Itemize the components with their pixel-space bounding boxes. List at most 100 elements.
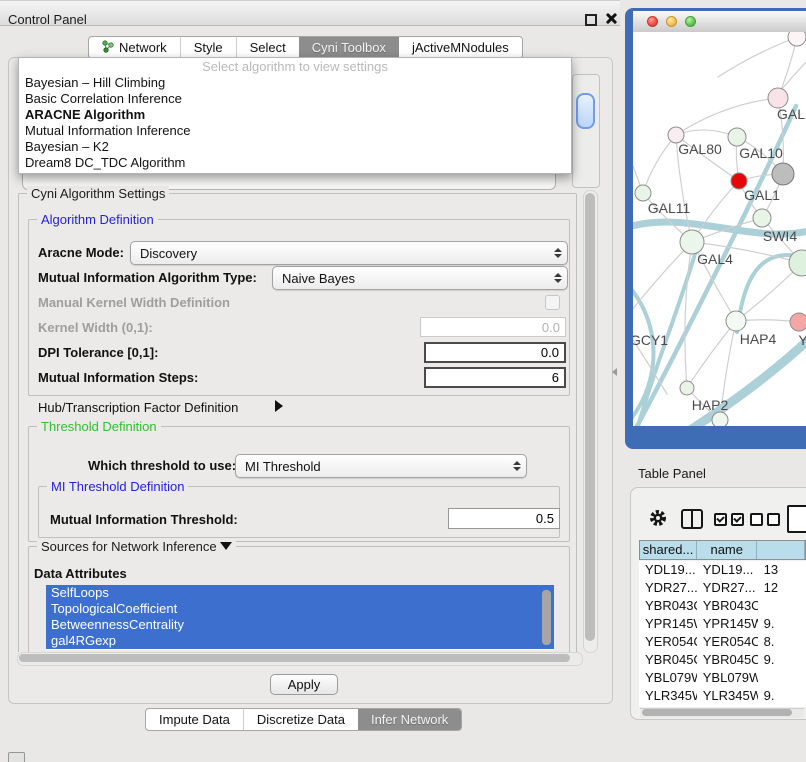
popup-item[interactable]: ARACNE Algorithm	[19, 107, 571, 123]
settings-gear-icon[interactable]	[648, 508, 668, 533]
apply-button[interactable]: Apply	[270, 674, 338, 695]
network-node-hap2[interactable]	[680, 381, 694, 395]
background-focused-combo-fragment	[576, 93, 595, 129]
list-scrollbar-thumb[interactable]	[542, 590, 551, 645]
which-threshold-label: Which threshold to use:	[88, 458, 236, 473]
tab-network[interactable]: Network	[89, 37, 180, 58]
table-cell: 13	[758, 561, 806, 579]
dpi-tolerance-label: DPI Tolerance [0,1]:	[38, 345, 158, 360]
tab-style[interactable]: Style	[180, 37, 236, 58]
close-icon[interactable]	[605, 12, 618, 25]
table-cell: YIL052C	[697, 705, 758, 707]
table-row[interactable]: YIL052CYIL052C8.	[639, 705, 806, 707]
table-row[interactable]: YBR043CYBR043C	[639, 597, 806, 615]
table-horizontal-scrollbar-thumb[interactable]	[642, 709, 792, 716]
tab-cyni-toolbox[interactable]: Cyni Toolbox	[299, 37, 399, 58]
select-all-checkboxes-icon[interactable]	[714, 513, 744, 526]
table-cell: YPR145W	[639, 615, 697, 633]
table-row[interactable]: YBL079WYBL079W	[639, 669, 806, 687]
control-panel-titlebar: Control Panel	[0, 0, 620, 26]
checked-checkbox-icon	[731, 513, 744, 526]
network-node-gal10[interactable]	[728, 128, 746, 146]
network-node-label: GCY1	[633, 332, 668, 348]
tab-label: Impute Data	[159, 712, 230, 727]
deselect-all-checkboxes-icon[interactable]	[750, 513, 780, 526]
network-node-label: Y	[798, 332, 806, 348]
screen: Control Panel Network Style Select Cyni …	[0, 0, 806, 762]
network-node-gal[interactable]	[768, 88, 788, 108]
attribute-list-item[interactable]: TopologicalCoefficient	[46, 601, 554, 617]
tab-label: jActiveMNodules	[412, 40, 509, 55]
table-panel-title: Table Panel	[638, 466, 706, 481]
manual-kernel-checkbox	[545, 295, 560, 310]
algorithm-dropdown-popup: Select algorithm to view settings Bayesi…	[18, 57, 572, 174]
table-cell: YER054C	[697, 633, 758, 651]
zoom-light-icon[interactable]	[685, 16, 696, 27]
table-row[interactable]: YDL19...YDL19...13	[639, 561, 806, 579]
tab-infer-network[interactable]: Infer Network	[358, 709, 461, 730]
table-row[interactable]: YPR145WYPR145W9.	[639, 615, 806, 633]
splitter-collapse-icon[interactable]	[612, 368, 617, 376]
table-cell: 12	[758, 579, 806, 597]
network-node[interactable]	[772, 163, 794, 185]
mi-steps-input[interactable]	[424, 367, 566, 388]
table-cell: YDR27...	[697, 579, 758, 597]
network-node[interactable]	[712, 412, 728, 426]
table-cell: YBR045C	[697, 651, 758, 669]
popup-item[interactable]: Dream8 DC_TDC Algorithm	[19, 155, 571, 171]
bottom-tabbar: Impute Data Discretize Data Infer Networ…	[145, 708, 462, 731]
table-header-row: shared...name	[639, 540, 806, 560]
document-icon[interactable]	[787, 505, 806, 533]
mi-threshold-input[interactable]	[448, 508, 560, 529]
group-title: Sources for Network Inference	[37, 539, 236, 554]
popup-item[interactable]: Mutual Information Inference	[19, 123, 571, 139]
tab-jactivemnodules[interactable]: jActiveMNodules	[399, 37, 522, 58]
float-window-icon[interactable]	[585, 14, 597, 26]
network-node-gal1[interactable]	[753, 209, 771, 227]
close-light-icon[interactable]	[647, 16, 658, 27]
settings-horizontal-scrollbar-thumb[interactable]	[19, 654, 570, 662]
attribute-list-item[interactable]: SelfLoops	[46, 585, 554, 601]
attribute-list-item[interactable]: gal4RGexp	[46, 633, 554, 649]
collapse-arrow-icon[interactable]	[220, 542, 232, 550]
table-header-cell[interactable]: shared...	[640, 541, 697, 559]
network-node-y[interactable]	[790, 313, 806, 331]
attribute-list-item[interactable]: BetweennessCentrality	[46, 617, 554, 633]
split-columns-icon[interactable]	[681, 509, 703, 529]
tab-discretize-data[interactable]: Discretize Data	[243, 709, 358, 730]
table-header-cell[interactable]: name	[697, 541, 757, 559]
control-panel-title: Control Panel	[8, 12, 87, 27]
network-node-hap4[interactable]	[726, 311, 746, 331]
table-cell: 8.	[758, 633, 806, 651]
table-cell: 9.	[758, 651, 806, 669]
table-row[interactable]: YDR27...YDR27...12	[639, 579, 806, 597]
tab-label: Infer Network	[371, 712, 448, 727]
table-row[interactable]: YBR045CYBR045C9.	[639, 651, 806, 669]
panel-toggle-button[interactable]	[8, 752, 25, 762]
table-header-cell[interactable]	[757, 541, 805, 559]
network-node-label: HAP4	[740, 331, 777, 347]
table-row[interactable]: YLR345WYLR345W9.	[639, 687, 806, 705]
network-node-label: GAL	[777, 106, 805, 122]
table-cell: YBR045C	[639, 651, 697, 669]
mi-algorithm-type-combo[interactable]: Naive Bayes	[272, 266, 568, 290]
dpi-tolerance-input[interactable]	[424, 342, 566, 363]
minimize-light-icon[interactable]	[666, 16, 677, 27]
aracne-mode-combo[interactable]: Discovery	[130, 241, 568, 265]
network-node-gal11[interactable]	[635, 185, 651, 201]
popup-item[interactable]: Basic Correlation Inference	[19, 91, 571, 107]
popup-item[interactable]: Bayesian – Hill Climbing	[19, 75, 571, 91]
table-cell: YDL19...	[639, 561, 697, 579]
expand-arrow-icon[interactable]	[275, 400, 283, 412]
popup-item[interactable]: Bayesian – K2	[19, 139, 571, 155]
settings-vertical-scrollbar-thumb[interactable]	[585, 193, 595, 641]
network-canvas[interactable]: GALGAL80GAL10GAL1GAL11SWI4GAL4GCY1HAP4YH…	[633, 32, 806, 426]
table-body: YDL19...YDL19...13YDR27...YDR27...12YBR0…	[639, 561, 806, 707]
table-cell: 8.	[758, 705, 806, 707]
table-row[interactable]: YER054CYER054C8.	[639, 633, 806, 651]
tab-select[interactable]: Select	[236, 37, 299, 58]
table-cell: YIL052C	[639, 705, 697, 707]
which-threshold-combo[interactable]: MI Threshold	[235, 454, 527, 478]
network-node[interactable]	[788, 32, 806, 46]
tab-impute-data[interactable]: Impute Data	[146, 709, 243, 730]
